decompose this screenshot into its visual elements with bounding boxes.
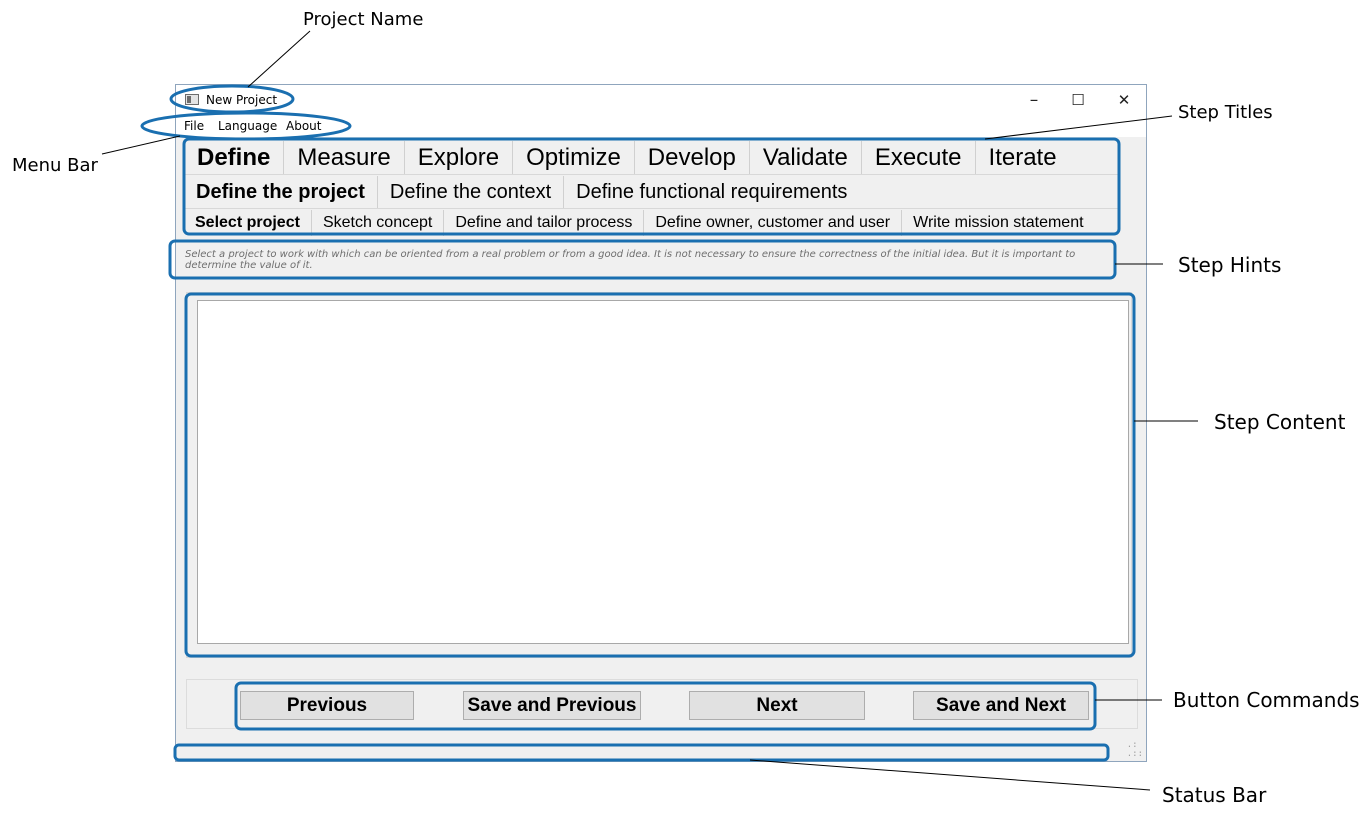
title-bar[interactable]: New Project – ☐ ✕ (176, 85, 1146, 115)
tab-execute[interactable]: Execute (862, 141, 976, 174)
step-content-annotation: Step Content (1214, 410, 1346, 434)
project-name-leader (247, 30, 311, 88)
step-hints-annotation: Step Hints (1178, 253, 1282, 277)
tab-define[interactable]: Define (184, 141, 285, 174)
tab-develop[interactable]: Develop (635, 141, 750, 174)
window-title: New Project (206, 93, 278, 107)
tab-write-mission-statement[interactable]: Write mission statement (902, 210, 1094, 236)
tab-explore[interactable]: Explore (405, 141, 514, 174)
step-content-editor[interactable] (197, 300, 1129, 644)
tab-define-tailor-process[interactable]: Define and tailor process (444, 210, 645, 236)
status-bar-annotation: Status Bar (1162, 783, 1267, 807)
menu-bar-annotation: Menu Bar (12, 155, 98, 176)
menu-bar-leader (101, 135, 181, 155)
status-bar: .:.:: (176, 741, 1146, 761)
close-icon[interactable]: ✕ (1104, 88, 1144, 112)
step-tabs-level2: Define the project Define the context De… (184, 176, 1120, 209)
save-and-next-button[interactable]: Save and Next (913, 691, 1089, 720)
menu-language[interactable]: Language (218, 119, 277, 133)
minimize-icon[interactable]: – (1014, 88, 1054, 112)
previous-button[interactable]: Previous (240, 691, 414, 720)
save-and-previous-button[interactable]: Save and Previous (463, 691, 641, 720)
next-button[interactable]: Next (689, 691, 865, 720)
tab-select-project[interactable]: Select project (184, 210, 312, 236)
tab-define-functional-requirements[interactable]: Define functional requirements (564, 176, 859, 208)
tab-sketch-concept[interactable]: Sketch concept (312, 210, 445, 236)
status-bar-leader (749, 759, 1151, 791)
step-tabs-level1: Define Measure Explore Optimize Develop … (184, 141, 1120, 175)
maximize-icon[interactable]: ☐ (1058, 88, 1098, 112)
tab-measure[interactable]: Measure (284, 141, 405, 174)
menu-file[interactable]: File (184, 119, 204, 133)
step-titles-annotation: Step Titles (1178, 102, 1273, 123)
menu-bar: File Language About (176, 115, 1146, 137)
button-commands: Previous Save and Previous Next Save and… (186, 679, 1138, 729)
step-tabs-level3: Select project Sketch concept Define and… (184, 210, 1120, 236)
resize-grip-icon[interactable]: .:.:: (1127, 741, 1143, 759)
step-hint: Select a project to work with which can … (185, 249, 1076, 271)
tab-validate[interactable]: Validate (750, 141, 862, 174)
project-name-annotation: Project Name (303, 9, 424, 30)
tab-define-context[interactable]: Define the context (378, 176, 565, 208)
step-content-frame (186, 292, 1132, 658)
step-titles: Define Measure Explore Optimize Develop … (184, 139, 1120, 237)
button-commands-annotation: Button Commands (1173, 688, 1360, 712)
tab-define-owner-customer-user[interactable]: Define owner, customer and user (644, 210, 903, 236)
tab-optimize[interactable]: Optimize (513, 141, 635, 174)
tab-define-project[interactable]: Define the project (184, 176, 378, 208)
tab-iterate[interactable]: Iterate (976, 141, 1070, 174)
app-icon (185, 94, 199, 105)
menu-about[interactable]: About (286, 119, 321, 133)
app-window: New Project – ☐ ✕ File Language About De… (175, 84, 1147, 762)
